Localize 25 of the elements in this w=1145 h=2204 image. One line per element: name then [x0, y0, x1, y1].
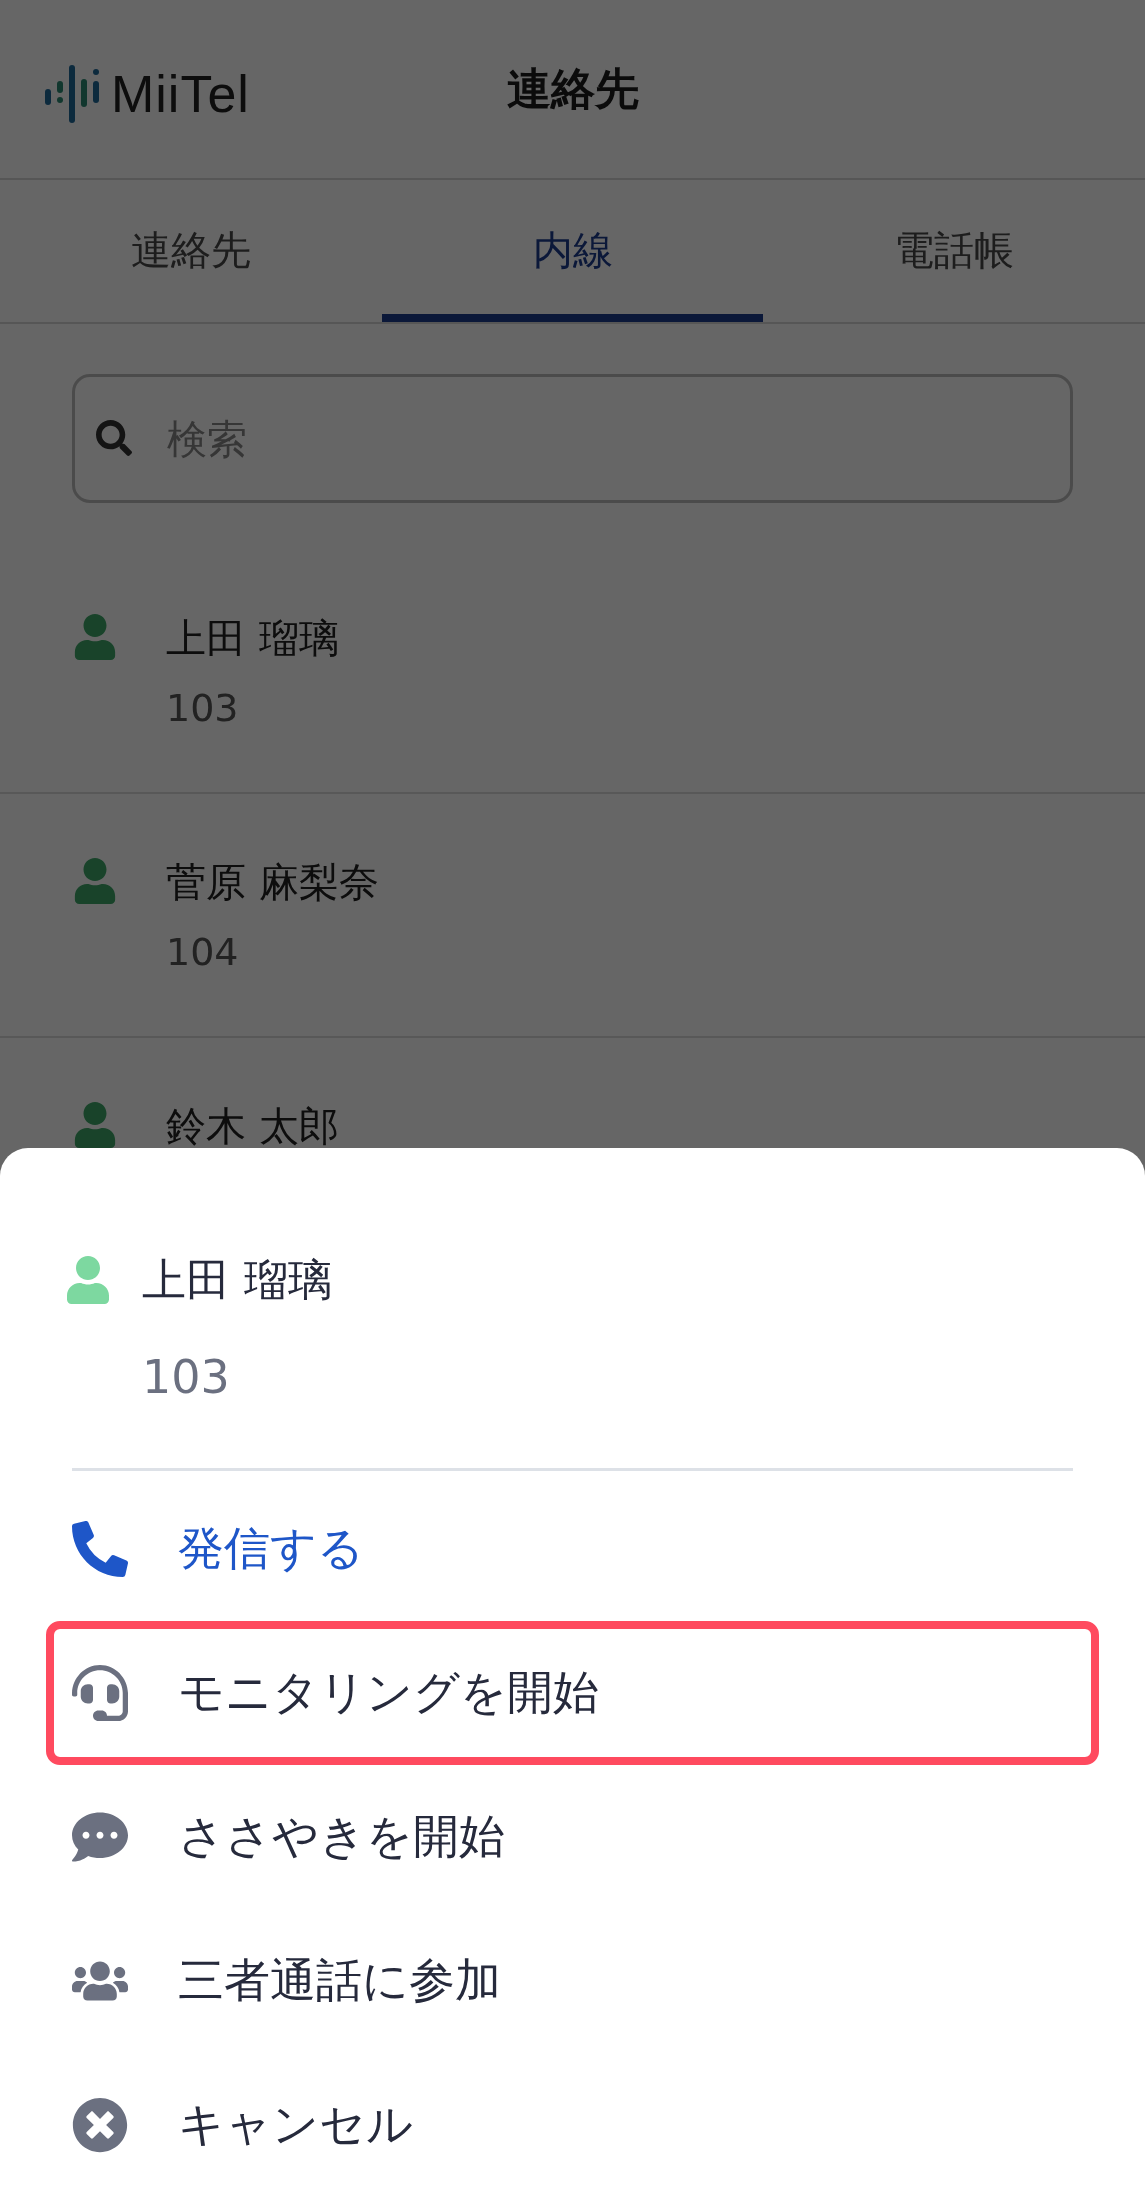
- headset-icon: [72, 1665, 128, 1721]
- phone-icon: [72, 1521, 128, 1577]
- person-icon: [72, 858, 118, 904]
- action-item[interactable]: ささやきを開始: [46, 1765, 1099, 1909]
- action-item[interactable]: モニタリングを開始: [46, 1621, 1099, 1765]
- extension-number: 103: [142, 1350, 231, 1404]
- person-icon: [64, 1256, 112, 1304]
- contact-name: 上田 瑠璃: [142, 1253, 333, 1307]
- contact-name: 鈴木 太郎: [166, 1102, 340, 1151]
- close-icon: [72, 2097, 128, 2153]
- extension-number: 104: [166, 930, 240, 974]
- action-item[interactable]: 三者通話に参加: [46, 1909, 1099, 2053]
- page-title: 連絡先: [506, 61, 639, 116]
- person-icon: [72, 614, 118, 660]
- person-icon: [72, 1102, 118, 1148]
- logo-icon: [45, 65, 99, 123]
- contact-name: 上田 瑠璃: [166, 614, 340, 663]
- extension-number: 103: [166, 686, 240, 730]
- action-item[interactable]: キャンセル: [46, 2053, 1099, 2197]
- contact-row[interactable]: 菅原 麻梨奈 104: [0, 794, 1145, 1038]
- action-item[interactable]: 発信する: [46, 1477, 1099, 1621]
- search-icon: [96, 420, 132, 456]
- contact-name: 菅原 麻梨奈: [166, 858, 380, 907]
- logo-text: MiiTel: [111, 64, 250, 124]
- contact-row[interactable]: 上田 瑠璃 103: [0, 550, 1145, 794]
